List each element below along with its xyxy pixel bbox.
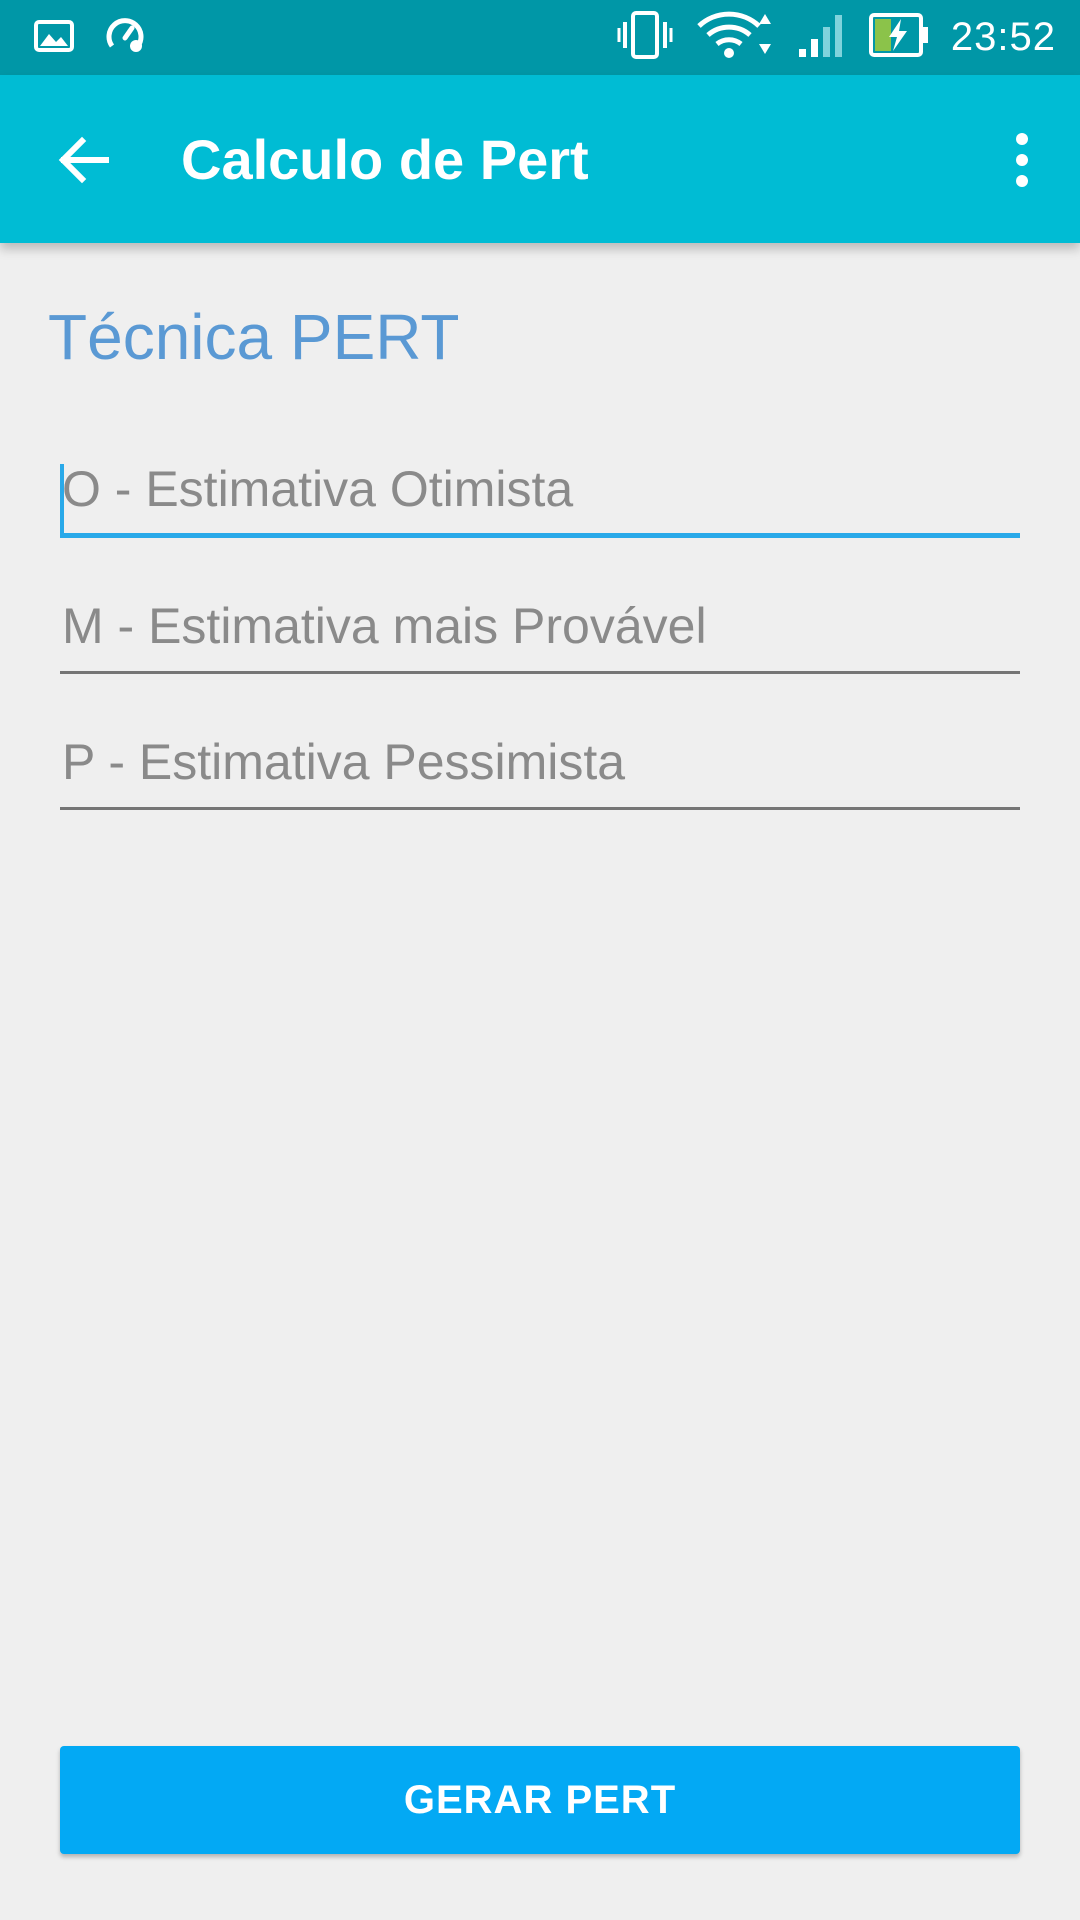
overflow-menu-button[interactable] xyxy=(1002,125,1042,195)
text-cursor xyxy=(60,464,64,536)
optimistic-estimate-field[interactable] xyxy=(60,452,1020,538)
pessimistic-estimate-input[interactable] xyxy=(60,724,1020,810)
battery-charging-icon xyxy=(868,13,929,62)
app-bar: Calculo de Pert xyxy=(0,75,1080,243)
arrow-back-icon xyxy=(50,136,120,199)
wifi-icon xyxy=(695,10,775,65)
most-likely-estimate-field[interactable] xyxy=(60,588,1020,674)
status-bar-right: 23:52 xyxy=(617,10,1056,65)
most-likely-estimate-input[interactable] xyxy=(60,588,1020,674)
optimistic-estimate-input[interactable] xyxy=(60,452,1020,538)
status-bar-left xyxy=(34,16,146,61)
page-title: Calculo de Pert xyxy=(181,128,589,191)
generate-pert-button[interactable]: GERAR PERT xyxy=(60,1746,1020,1854)
status-bar: 23:52 xyxy=(0,0,1080,75)
signal-icon xyxy=(797,11,847,64)
vibrate-icon xyxy=(617,10,673,65)
pessimistic-estimate-field[interactable] xyxy=(60,724,1020,810)
speed-settings-icon xyxy=(104,16,146,61)
more-vert-icon xyxy=(1002,133,1042,199)
back-button[interactable] xyxy=(50,125,120,195)
status-time: 23:52 xyxy=(950,15,1056,59)
gallery-icon xyxy=(34,18,74,59)
section-title: Técnica PERT xyxy=(48,301,460,373)
